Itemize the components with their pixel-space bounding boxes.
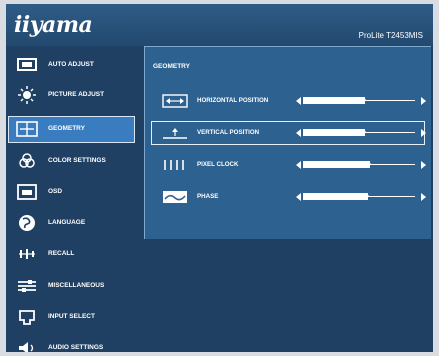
slider-marker xyxy=(363,186,369,199)
increase-arrow-icon[interactable] xyxy=(421,129,426,137)
recall-icon xyxy=(16,245,38,263)
audio-icon xyxy=(16,339,38,352)
horizontal-position-icon xyxy=(162,94,188,108)
brightness-icon xyxy=(16,86,38,104)
phase-icon xyxy=(162,190,188,204)
menu-item-pixel-clock[interactable]: PIXEL CLOCK xyxy=(145,153,432,177)
sidebar-item-label: LANGUAGE xyxy=(48,219,86,226)
slider-fill[interactable] xyxy=(303,161,370,168)
input-select-icon xyxy=(16,308,38,326)
miscellaneous-icon xyxy=(16,277,38,295)
sidebar-item-label: INPUT SELECT xyxy=(48,313,95,320)
menu-item-label: PHASE xyxy=(197,193,219,200)
sidebar-item-label: MISCELLANEOUS xyxy=(48,282,105,289)
geometry-icon xyxy=(16,120,38,138)
slider-marker xyxy=(360,122,366,135)
sidebar-item-auto-adjust[interactable]: AUTO ADJUST xyxy=(6,52,138,78)
brand-logo: iiyama xyxy=(14,12,93,38)
sidebar-item-geometry[interactable]: GEOMETRY xyxy=(6,116,138,143)
sidebar-item-osd[interactable]: OSD xyxy=(6,179,138,205)
decrease-arrow-icon[interactable] xyxy=(296,97,301,105)
menu-item-label: PIXEL CLOCK xyxy=(197,161,239,168)
slider-fill[interactable] xyxy=(303,193,368,200)
pixel-clock-icon xyxy=(162,158,188,172)
globe-icon xyxy=(16,214,38,232)
sidebar-item-color-settings[interactable]: COLOR SETTINGS xyxy=(6,148,138,174)
selection-highlight xyxy=(151,121,425,145)
sidebar-item-recall[interactable]: RECALL xyxy=(6,241,138,267)
sidebar-item-label: COLOR SETTINGS xyxy=(48,157,106,164)
slider-marker xyxy=(360,90,366,103)
sidebar-item-label: GEOMETRY xyxy=(48,125,85,132)
sidebar-item-audio-settings[interactable]: AUDIO SETTINGS xyxy=(6,335,138,352)
slider-marker xyxy=(365,154,371,167)
auto-adjust-icon xyxy=(16,56,38,74)
decrease-arrow-icon[interactable] xyxy=(296,129,301,137)
increase-arrow-icon[interactable] xyxy=(421,193,426,201)
menu-item-phase[interactable]: PHASE xyxy=(145,185,432,209)
osd-icon xyxy=(16,183,38,201)
sidebar-item-miscellaneous[interactable]: MISCELLANEOUS xyxy=(6,273,138,299)
sidebar-item-input-select[interactable]: INPUT SELECT xyxy=(6,304,138,330)
geometry-submenu: GEOMETRY HORIZONTAL POSITION VERTICAL PO… xyxy=(144,46,431,239)
sidebar-item-label: RECALL xyxy=(48,250,75,257)
increase-arrow-icon[interactable] xyxy=(421,161,426,169)
model-name: ProLite T2453MIS xyxy=(358,31,423,40)
panel-title: GEOMETRY xyxy=(153,63,190,70)
menu-item-vertical-position[interactable]: VERTICAL POSITION xyxy=(145,121,432,145)
slider-fill[interactable] xyxy=(303,129,365,136)
decrease-arrow-icon[interactable] xyxy=(296,193,301,201)
osd-menu: iiyama ProLite T2453MIS AUTO ADJUST PICT… xyxy=(6,4,433,352)
menu-item-label: VERTICAL POSITION xyxy=(197,129,260,136)
sidebar-item-label: OSD xyxy=(48,188,63,195)
sidebar-item-language[interactable]: LANGUAGE xyxy=(6,210,138,236)
sidebar-item-label: AUTO ADJUST xyxy=(48,61,94,68)
increase-arrow-icon[interactable] xyxy=(421,97,426,105)
vertical-position-icon xyxy=(162,126,188,140)
osd-header: iiyama ProLite T2453MIS xyxy=(6,4,433,46)
sidebar-menu: AUTO ADJUST PICTURE ADJUST GEOMETRY COLO… xyxy=(6,52,140,352)
sidebar-item-label: AUDIO SETTINGS xyxy=(48,344,104,351)
decrease-arrow-icon[interactable] xyxy=(296,161,301,169)
slider-fill[interactable] xyxy=(303,97,365,104)
sidebar-item-picture-adjust[interactable]: PICTURE ADJUST xyxy=(6,82,138,108)
menu-item-horizontal-position[interactable]: HORIZONTAL POSITION xyxy=(145,89,432,113)
sidebar-item-label: PICTURE ADJUST xyxy=(48,91,105,98)
color-settings-icon xyxy=(16,152,38,170)
menu-item-label: HORIZONTAL POSITION xyxy=(197,97,269,104)
